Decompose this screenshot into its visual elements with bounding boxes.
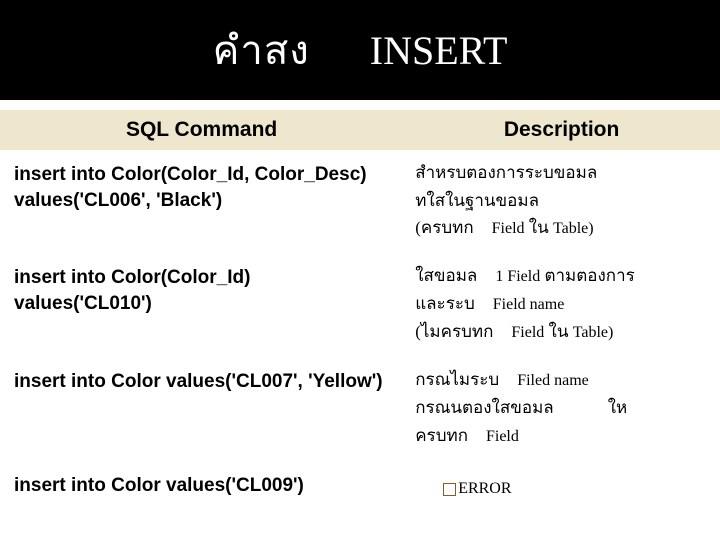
description-line: สำหรบตองการระบขอมล [415, 160, 710, 186]
description-line: ครบทกField [415, 423, 710, 449]
sql-cell: insert into Color values('CL009') [0, 465, 403, 509]
header-sql-command: SQL Command [0, 118, 403, 142]
title-en: INSERT [370, 27, 508, 74]
description-cell: สำหรบตองการระบขอมลทใสในฐานขอมล(ครบทกFiel… [403, 154, 720, 249]
description-cell: กรณไมระบFiled nameกรณนตองใสขอมลใหครบทกFi… [403, 361, 720, 457]
error-label: ERROR [443, 477, 511, 501]
description-line: (ไมครบทกField ใน Table) [415, 319, 710, 345]
sql-cell: insert into Color(Color_Id, Color_Desc) … [0, 154, 403, 249]
table-row: insert into Color values('CL007', 'Yello… [0, 357, 720, 461]
description-line: ทใสในฐานขอมล [415, 188, 710, 214]
table-header: SQL Command Description [0, 110, 720, 150]
header-description: Description [403, 118, 720, 142]
table-row: insert into Color(Color_Id) values('CL01… [0, 253, 720, 357]
error-text: ERROR [458, 477, 511, 501]
description-cell: ใสขอมล1 Field ตามตองการและระบField name(… [403, 257, 720, 353]
description-line: และระบField name [415, 291, 710, 317]
separator [0, 100, 720, 110]
table-body: insert into Color(Color_Id, Color_Desc) … [0, 150, 720, 513]
title-bar: คําสง INSERT [0, 0, 720, 100]
sql-cell: insert into Color values('CL007', 'Yello… [0, 361, 403, 457]
sql-cell: insert into Color(Color_Id) values('CL01… [0, 257, 403, 353]
description-cell: ERROR [403, 465, 720, 509]
description-line: (ครบทกField ใน Table) [415, 215, 710, 241]
table-row: insert into Color values('CL009') ERROR [0, 461, 720, 513]
title-thai: คําสง [213, 18, 310, 82]
error-box-icon [443, 483, 456, 496]
description-line: กรณนตองใสขอมลให [415, 395, 710, 421]
description-line: กรณไมระบFiled name [415, 367, 710, 393]
table-row: insert into Color(Color_Id, Color_Desc) … [0, 150, 720, 253]
description-line: ใสขอมล1 Field ตามตองการ [415, 263, 710, 289]
